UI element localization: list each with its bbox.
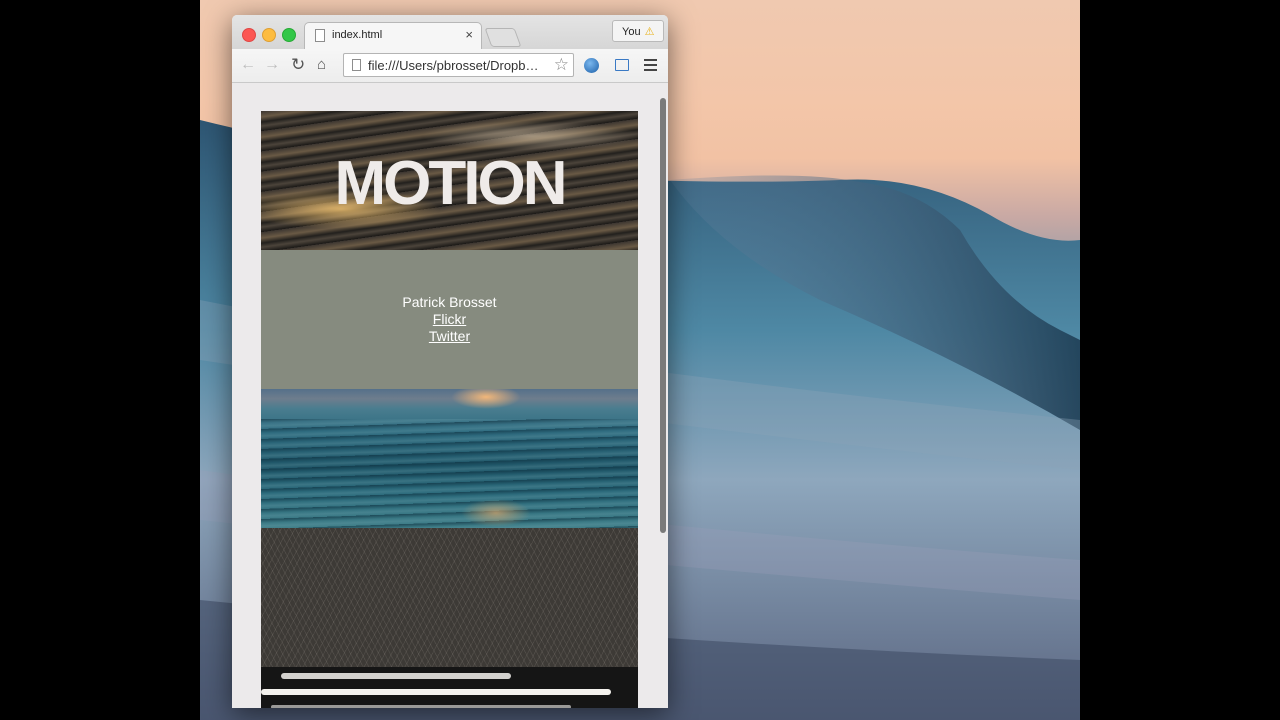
hero-banner: MOTION — [261, 111, 638, 250]
browser-toolbar: ← → ↻ ⌂ file:///Users/pbrosset/Dropb… ☆ — [232, 49, 668, 83]
window-maximize-button[interactable] — [282, 28, 296, 42]
home-icon[interactable]: ⌂ — [317, 55, 326, 75]
tab-title: index.html — [332, 29, 383, 41]
sea-photo — [261, 389, 638, 528]
author-name: Patrick Brosset — [402, 294, 497, 310]
document-icon — [315, 29, 325, 42]
light-trails-photo — [261, 667, 638, 708]
tab-index-html[interactable]: index.html × — [304, 22, 482, 49]
star-trails-photo — [261, 528, 638, 667]
hero-title: MOTION — [334, 149, 568, 218]
warning-icon: ⚠ — [644, 26, 655, 38]
address-bar[interactable]: file:///Users/pbrosset/Dropb… ☆ — [343, 53, 574, 77]
reload-icon[interactable]: ↻ — [291, 55, 305, 75]
profile-label: You — [622, 26, 641, 38]
new-tab-button[interactable] — [484, 28, 522, 47]
window-extension-icon[interactable] — [615, 59, 629, 71]
back-arrow-icon[interactable]: ← — [240, 55, 256, 75]
page-icon — [352, 59, 361, 71]
flickr-link[interactable]: Flickr — [261, 311, 638, 328]
tab-close-icon[interactable]: × — [465, 27, 473, 42]
page-viewport: MOTION Patrick Brosset Flickr Twitter — [232, 83, 668, 708]
page-content: MOTION Patrick Brosset Flickr Twitter — [261, 111, 638, 708]
url-text[interactable]: file:///Users/pbrosset/Dropb… — [368, 58, 548, 73]
letterbox-right — [1080, 0, 1280, 720]
star-icon[interactable]: ☆ — [554, 55, 569, 75]
hamburger-menu-icon[interactable] — [644, 59, 657, 74]
globe-extension-icon[interactable] — [584, 58, 599, 73]
forward-arrow-icon[interactable]: → — [264, 55, 280, 75]
browser-window: index.html × You ⚠ ← → ↻ ⌂ file:///Users/… — [232, 15, 668, 708]
profile-button[interactable]: You ⚠ — [612, 20, 664, 42]
window-minimize-button[interactable] — [262, 28, 276, 42]
vertical-scrollbar[interactable] — [660, 98, 666, 533]
twitter-link[interactable]: Twitter — [261, 328, 638, 345]
window-close-button[interactable] — [242, 28, 256, 42]
author-block: Patrick Brosset Flickr Twitter — [261, 250, 638, 389]
tab-strip: index.html × You ⚠ — [232, 15, 668, 49]
letterbox-left — [0, 0, 200, 720]
